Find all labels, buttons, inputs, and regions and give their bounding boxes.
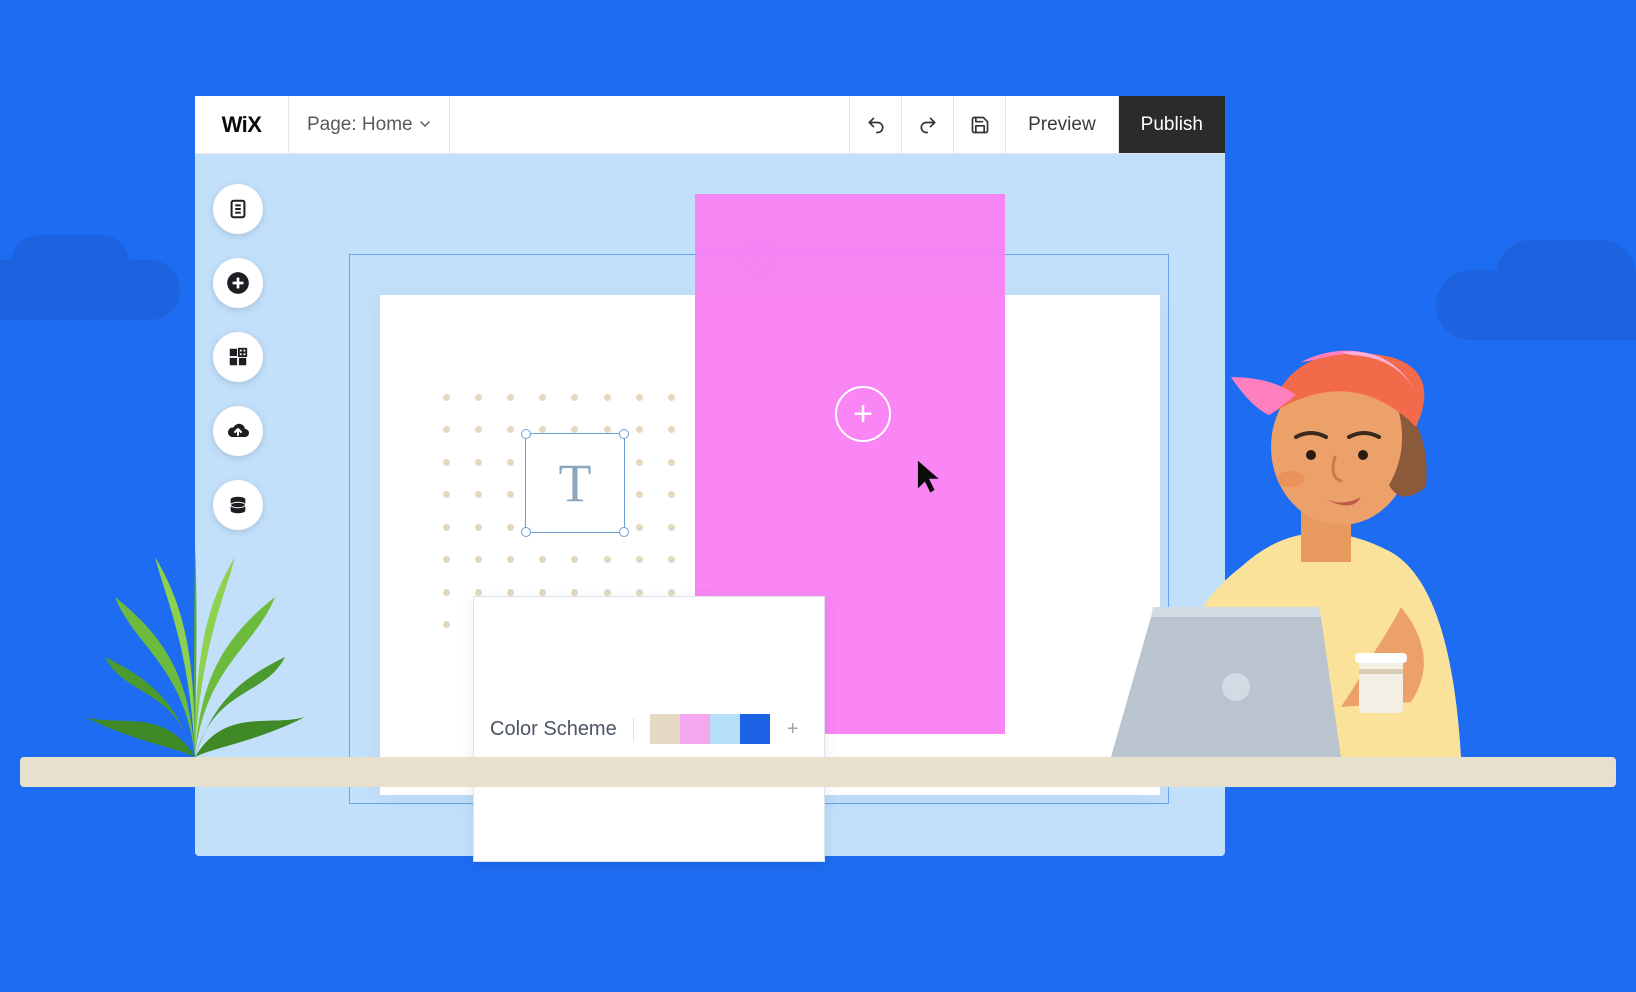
upload-button[interactable] <box>213 406 263 456</box>
add-circle-icon <box>225 270 251 296</box>
color-scheme-panel[interactable]: Color Scheme + <box>473 596 825 862</box>
grid-dot <box>668 394 675 401</box>
add-element-button[interactable] <box>213 258 263 308</box>
grid-dot <box>443 589 450 596</box>
app-market-icon <box>227 346 249 368</box>
grid-dot <box>507 459 514 466</box>
page-selector[interactable]: Page: Home <box>289 96 450 153</box>
grid-dot <box>571 556 578 563</box>
grid-dot <box>668 556 675 563</box>
redo-icon <box>918 115 938 135</box>
resize-handle-tr[interactable] <box>619 429 629 439</box>
topbar-spacer <box>450 96 849 153</box>
undo-button[interactable] <box>849 96 901 153</box>
pages-icon <box>227 198 249 220</box>
color-scheme-label: Color Scheme <box>490 718 634 741</box>
grid-dot <box>507 491 514 498</box>
swatch-4[interactable] <box>740 714 770 744</box>
grid-dot <box>443 426 450 433</box>
page-selector-label: Page: Home <box>307 114 413 136</box>
grid-dot <box>571 394 578 401</box>
swatch-2[interactable] <box>680 714 710 744</box>
grid-dot <box>507 556 514 563</box>
grid-dot <box>636 394 643 401</box>
grid-dot <box>539 394 546 401</box>
grid-dot <box>636 589 643 596</box>
grid-dot <box>507 426 514 433</box>
grid-dot <box>636 556 643 563</box>
preview-label: Preview <box>1028 114 1096 136</box>
grid-dot <box>668 426 675 433</box>
grid-dot <box>571 589 578 596</box>
grid-dot <box>507 589 514 596</box>
grid-dot <box>475 589 482 596</box>
grid-dot <box>507 524 514 531</box>
pages-button[interactable] <box>213 184 263 234</box>
plus-glyph: + <box>853 395 873 434</box>
grid-dot <box>539 556 546 563</box>
grid-dot <box>668 589 675 596</box>
grid-dot <box>443 459 450 466</box>
grid-dot <box>636 524 643 531</box>
resize-handle-bl[interactable] <box>521 527 531 537</box>
grid-dot <box>475 524 482 531</box>
cursor-icon <box>915 458 943 499</box>
data-button[interactable] <box>213 480 263 530</box>
grid-dot <box>668 459 675 466</box>
grid-dot <box>604 589 611 596</box>
database-icon <box>227 494 249 516</box>
grid-dot <box>539 589 546 596</box>
grid-dot <box>475 426 482 433</box>
wix-logo[interactable]: WiX <box>195 96 289 153</box>
grid-dot <box>443 621 450 628</box>
grid-dot <box>636 459 643 466</box>
editor-topbar: WiX Page: Home Preview <box>195 96 1225 154</box>
add-swatch-button[interactable]: + <box>778 714 808 744</box>
grid-dot <box>443 556 450 563</box>
plant-illustration <box>65 527 325 757</box>
grid-dot <box>475 394 482 401</box>
swatches: + <box>650 714 808 744</box>
resize-handle-tl[interactable] <box>521 429 531 439</box>
swatch-1[interactable] <box>650 714 680 744</box>
grid-dot <box>475 459 482 466</box>
grid-dot <box>636 426 643 433</box>
background-cloud-left <box>0 260 180 320</box>
grid-dot <box>636 491 643 498</box>
swatch-3[interactable] <box>710 714 740 744</box>
undo-icon <box>866 115 886 135</box>
app-market-button[interactable] <box>213 332 263 382</box>
text-element[interactable]: T <box>525 433 625 533</box>
grid-dot <box>475 491 482 498</box>
grid-dot <box>604 556 611 563</box>
save-button[interactable] <box>953 96 1005 153</box>
grid-dot <box>443 394 450 401</box>
save-icon <box>970 115 990 135</box>
person-illustration <box>1091 307 1521 757</box>
text-glyph: T <box>559 452 592 514</box>
plus-icon: + <box>787 718 799 741</box>
grid-dot <box>668 491 675 498</box>
left-sidebar <box>213 184 263 530</box>
publish-label: Publish <box>1141 114 1203 136</box>
publish-button[interactable]: Publish <box>1118 96 1225 153</box>
resize-handle-br[interactable] <box>619 527 629 537</box>
redo-button[interactable] <box>901 96 953 153</box>
grid-dot <box>475 556 482 563</box>
preview-button[interactable]: Preview <box>1005 96 1118 153</box>
chevron-down-icon <box>419 117 431 133</box>
editor-window: WiX Page: Home Preview <box>195 96 1225 856</box>
grid-dot <box>443 524 450 531</box>
cloud-upload-icon <box>226 419 250 443</box>
grid-dot <box>507 394 514 401</box>
add-section-plus-icon[interactable]: + <box>835 386 891 442</box>
desk-illustration <box>20 757 1616 787</box>
grid-dot <box>668 524 675 531</box>
grid-dot <box>443 491 450 498</box>
logo-text: WiX <box>222 112 262 138</box>
grid-dot <box>604 394 611 401</box>
